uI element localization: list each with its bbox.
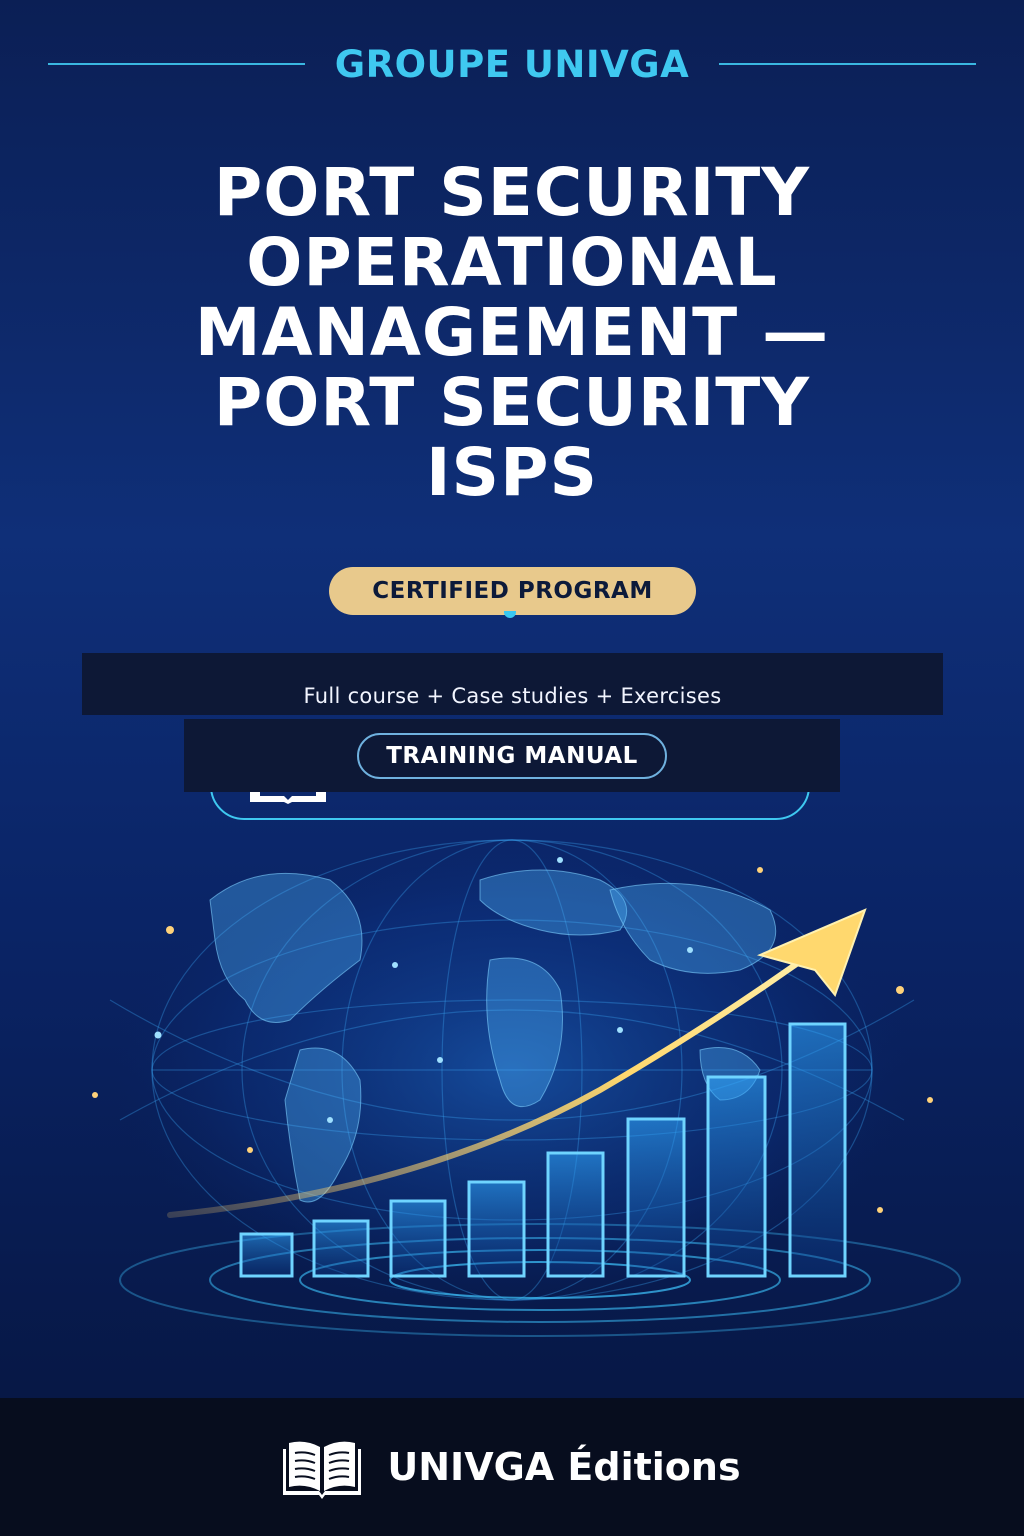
subtitle-panel: Full course + Case studies + Exercises bbox=[82, 653, 943, 715]
footer: UNIVGA Éditions bbox=[0, 1398, 1024, 1536]
badge-accent-dot bbox=[504, 611, 516, 618]
publisher-name: UNIVGA Éditions bbox=[387, 1445, 741, 1489]
title-line-1: PORT SECURITY bbox=[213, 154, 811, 231]
brand-name: GROUPE UNIVGA bbox=[334, 42, 690, 86]
training-manual-badge: TRAINING MANUAL bbox=[357, 733, 667, 779]
title-line-2: OPERATIONAL bbox=[246, 224, 778, 301]
title-line-5: ISPS bbox=[426, 434, 598, 511]
publisher-logo: UNIVGA Éditions bbox=[283, 1435, 741, 1499]
brand-line-left bbox=[48, 63, 305, 65]
title-line-3: MANAGEMENT — bbox=[194, 294, 830, 371]
subtitle-text: Full course + Case studies + Exercises bbox=[303, 684, 722, 708]
brand-header: GROUPE UNIVGA bbox=[48, 38, 976, 90]
book-title: PORT SECURITY OPERATIONAL MANAGEMENT — P… bbox=[112, 158, 912, 508]
certified-program-badge: CERTIFIED PROGRAM bbox=[329, 567, 696, 615]
open-book-icon bbox=[283, 1441, 362, 1499]
title-line-4: PORT SECURITY bbox=[213, 364, 811, 441]
brand-line-right bbox=[719, 63, 976, 65]
globe-growth-chart-icon bbox=[92, 830, 961, 1337]
